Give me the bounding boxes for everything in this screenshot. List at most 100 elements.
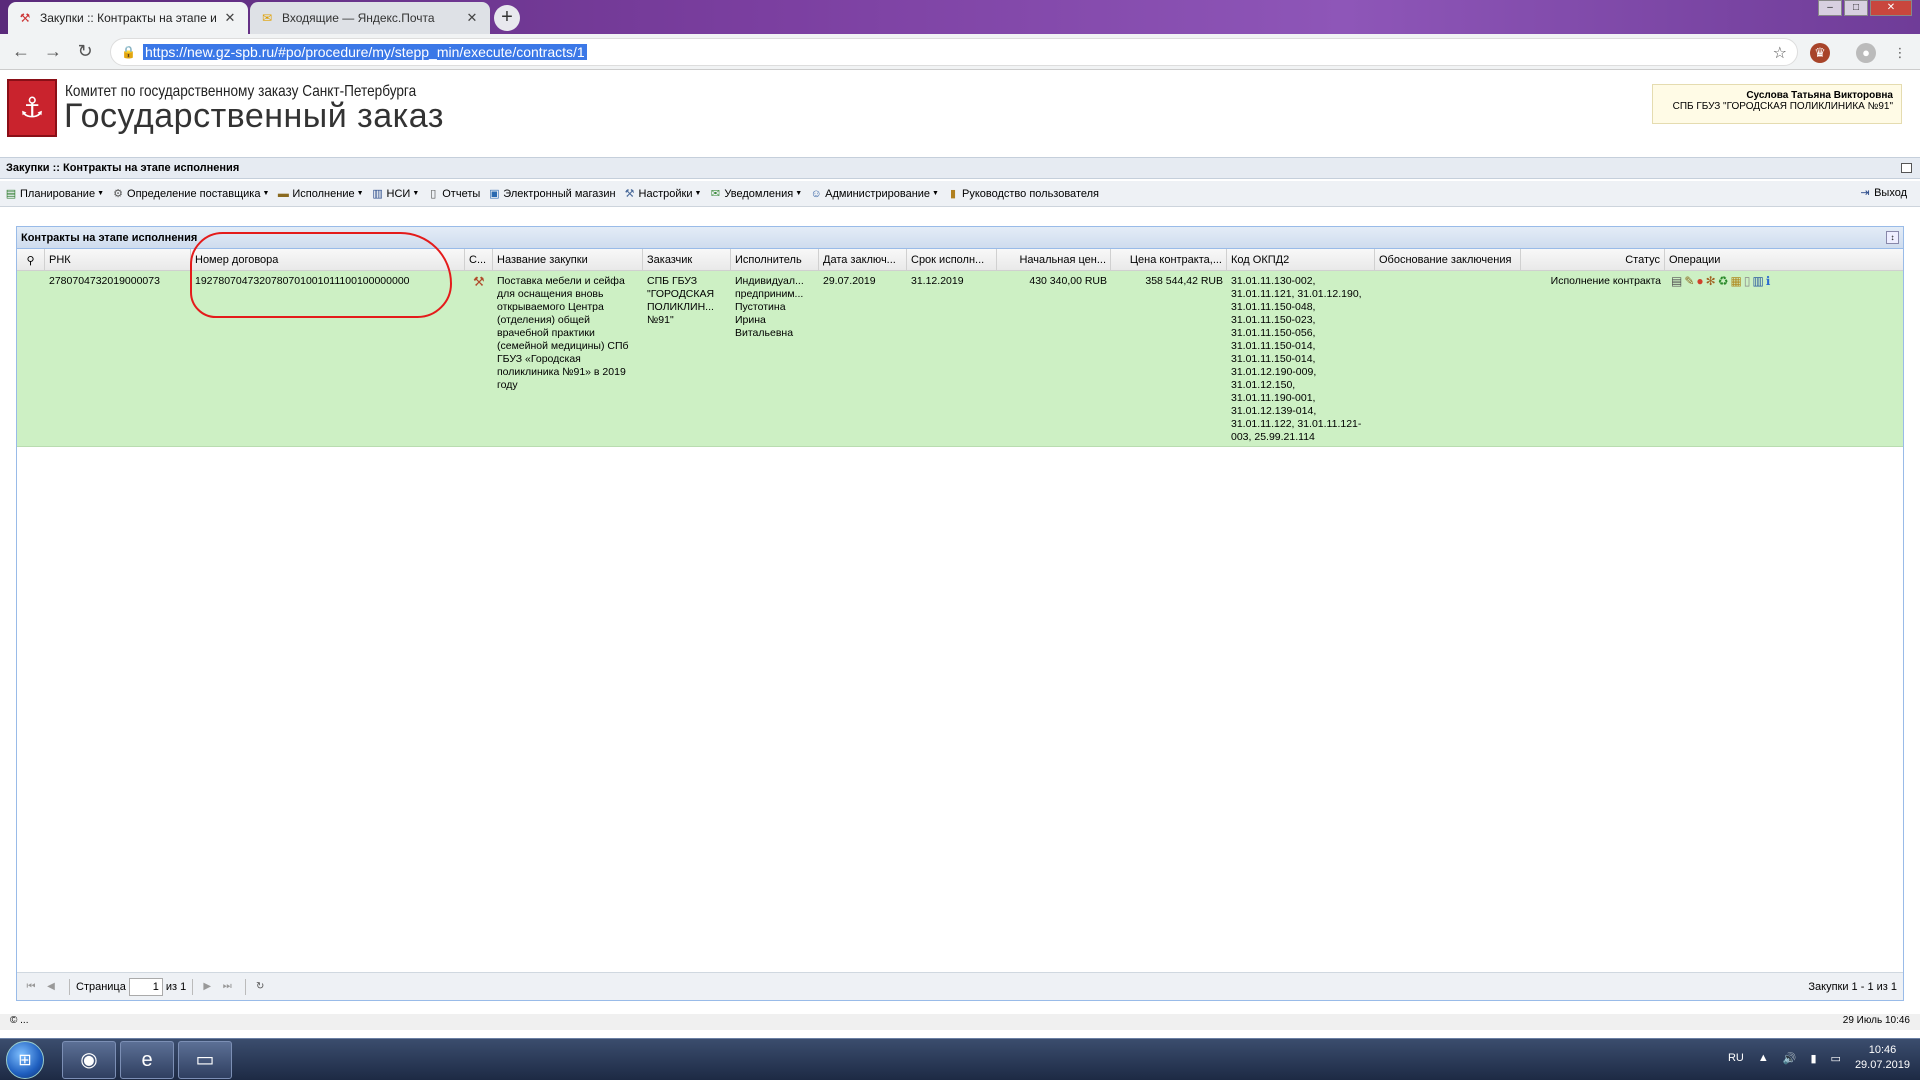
menu-admin[interactable]: ☺ Администрирование ▼ [809, 187, 939, 201]
menu-nsi[interactable]: ▥ НСИ ▼ [371, 187, 419, 201]
col-s[interactable]: С... [465, 249, 493, 271]
col-contract-price[interactable]: Цена контракта,... [1111, 249, 1227, 271]
menu-kebab-icon[interactable]: ⋮ [1890, 43, 1910, 63]
panel-tool-icon[interactable]: ↕ [1886, 231, 1899, 244]
okpd-line: 31.01.12.139-014, [1231, 405, 1317, 417]
menu-label: НСИ [386, 187, 411, 200]
okpd-line: 31.01.11.121, 31.01.12.190, [1231, 288, 1362, 300]
contracts-grid-panel: Контракты на этапе исполнения ↕ ⚲ РНК Но… [16, 226, 1904, 1001]
prev-page-icon[interactable]: ◀ [43, 979, 59, 995]
cell-contract-no: 1927807047320780701001011100100000000 [195, 275, 410, 287]
clock-date: 29.07.2019 [1854, 1059, 1910, 1071]
profile-avatar-icon[interactable]: ● [1856, 43, 1876, 63]
paging-toolbar: ⏮ ◀ Страница 1 из 1 ▶ ⏭ ↻ Закупки 1 - 1 … [17, 972, 1903, 1000]
action-center-icon[interactable]: ▭ [1831, 1052, 1841, 1065]
first-page-icon[interactable]: ⏮ [23, 979, 39, 995]
explorer-taskbar-icon[interactable]: ▭ [178, 1041, 232, 1079]
forward-arrow-icon[interactable]: → [42, 42, 64, 62]
mail-favicon-icon: ✉ [261, 11, 273, 25]
volume-icon[interactable]: 🔊 [1783, 1052, 1797, 1065]
menu-settings[interactable]: ⚒ Настройки ▼ [623, 187, 702, 201]
grid-title: Контракты на этапе исполнения [21, 232, 198, 244]
page-title-bar: Закупки :: Контракты на этапе исполнения [0, 157, 1920, 179]
close-tab-icon[interactable]: ✕ [222, 10, 238, 26]
col-rnk[interactable]: РНК [45, 249, 191, 271]
refresh-icon[interactable]: ↻ [252, 979, 268, 995]
maximize-button[interactable]: □ [1844, 0, 1868, 16]
col-operations[interactable]: Операции [1665, 249, 1903, 271]
tray-expand-icon[interactable]: ▲ [1758, 1052, 1769, 1064]
user-info[interactable]: Суслова Татьяна Викторовна СПБ ГБУЗ "ГОР… [1652, 84, 1902, 124]
col-customer[interactable]: Заказчик [643, 249, 731, 271]
document-icon[interactable]: ▤ [1671, 275, 1684, 288]
menu-planning[interactable]: ▤ Планирование ▼ [4, 187, 104, 201]
menu-manual[interactable]: ▮ Руководство пользователя [946, 187, 1099, 201]
ie-taskbar-icon[interactable]: e [120, 1041, 174, 1079]
network-icon[interactable]: ▮ [1810, 1052, 1816, 1065]
tools-icon[interactable]: ⚒ [469, 275, 493, 288]
grid-header: ⚲ РНК Номер договора С... Название закуп… [17, 249, 1903, 271]
cell-initial-price: 430 340,00 RUB [1029, 275, 1107, 287]
language-indicator[interactable]: RU [1728, 1052, 1744, 1064]
cell-purchase-name: Поставка мебели и сейфа для оснащения вн… [497, 275, 629, 391]
col-status[interactable]: Статус [1521, 249, 1665, 271]
col-okpd[interactable]: Код ОКПД2 [1227, 249, 1375, 271]
col-justification[interactable]: Обоснование заключения [1375, 249, 1521, 271]
menu-label: Планирование [20, 187, 96, 200]
col-contract-no[interactable]: Номер договора [191, 249, 465, 271]
table-row[interactable]: 2780704732019000073 19278070473207807010… [17, 271, 1903, 447]
menu-eshop[interactable]: ▣ Электронный магазин [487, 187, 615, 201]
window-close-button[interactable]: ✕ [1870, 0, 1912, 16]
new-tab-button[interactable]: + [494, 5, 520, 31]
col-purchase-name[interactable]: Название закупки [493, 249, 643, 271]
filter-clear-icon[interactable]: ⚲ [17, 249, 45, 271]
menu-label: Отчеты [442, 187, 481, 200]
reload-icon[interactable]: ↻ [74, 42, 96, 62]
cell-deadline: 31.12.2019 [911, 275, 964, 287]
col-deadline[interactable]: Срок исполн... [907, 249, 997, 271]
browser-tab-mail[interactable]: ✉ Входящие — Яндекс.Почта ✕ [250, 2, 490, 34]
browser-tab-active[interactable]: ⚒ Закупки :: Контракты на этапе и ✕ [8, 2, 248, 34]
col-date-concluded[interactable]: Дата заключ... [819, 249, 907, 271]
bookmark-star-icon[interactable]: ☆ [1773, 43, 1787, 63]
address-bar[interactable]: 🔒 https://new.gz-spb.ru/#po/procedure/my… [110, 38, 1798, 66]
gear-icon[interactable]: ✻ [1706, 275, 1718, 288]
chart-icon[interactable]: ▥ [1752, 275, 1765, 288]
menu-execution[interactable]: ▬ Исполнение ▼ [276, 187, 364, 201]
page-title: Закупки :: Контракты на этапе исполнения [6, 162, 240, 174]
menu-notifications[interactable]: ✉ Уведомления ▼ [708, 187, 802, 201]
minimize-button[interactable]: – [1818, 0, 1842, 16]
start-button[interactable]: ⊞ [6, 1041, 44, 1079]
info-icon[interactable]: ℹ [1766, 275, 1773, 288]
menu-reports[interactable]: ▯ Отчеты [426, 187, 480, 201]
back-arrow-icon[interactable]: ← [10, 42, 32, 62]
recycle-icon[interactable]: ♻ [1718, 275, 1731, 288]
okpd-line: 31.01.11.150-014, [1231, 353, 1316, 365]
envelope-icon: ✉ [710, 187, 721, 200]
manual-icon: ▮ [949, 187, 957, 200]
col-initial-price[interactable]: Начальная цен... [997, 249, 1111, 271]
edit-icon[interactable]: ✎ [1684, 275, 1696, 288]
collapse-icon[interactable] [1901, 163, 1912, 173]
next-page-icon[interactable]: ▶ [199, 979, 215, 995]
extension-icon[interactable]: ♛ [1810, 43, 1830, 63]
page-of-label: из 1 [165, 980, 187, 993]
clock[interactable]: 10:46 29.07.2019 [1855, 1043, 1910, 1073]
clock-time: 10:46 [1868, 1044, 1897, 1056]
status-datetime: 29 Июль 10:46 [1842, 1015, 1910, 1026]
logout-button[interactable]: ⇥ Выход [1858, 186, 1907, 200]
procurement-favicon-icon: ⚒ [19, 11, 31, 25]
archive-icon[interactable]: ▦ [1730, 275, 1743, 288]
cell-status: Исполнение контракта [1550, 275, 1661, 287]
stop-icon[interactable]: ● [1696, 275, 1705, 288]
last-page-icon[interactable]: ⏭ [219, 979, 235, 995]
url-text[interactable]: https://new.gz-spb.ru/#po/procedure/my/s… [143, 44, 587, 60]
close-tab-icon[interactable]: ✕ [464, 10, 480, 26]
cart-icon: ▣ [489, 187, 500, 200]
col-executor[interactable]: Исполнитель [731, 249, 819, 271]
okpd-line: 31.01.11.150-056, [1231, 327, 1316, 339]
tab-title: Входящие — Яндекс.Почта [282, 11, 435, 25]
menu-supplier[interactable]: ⚙ Определение поставщика ▼ [111, 187, 269, 201]
chrome-taskbar-icon[interactable]: ◉ [62, 1041, 116, 1079]
page-number-input[interactable]: 1 [128, 977, 163, 996]
